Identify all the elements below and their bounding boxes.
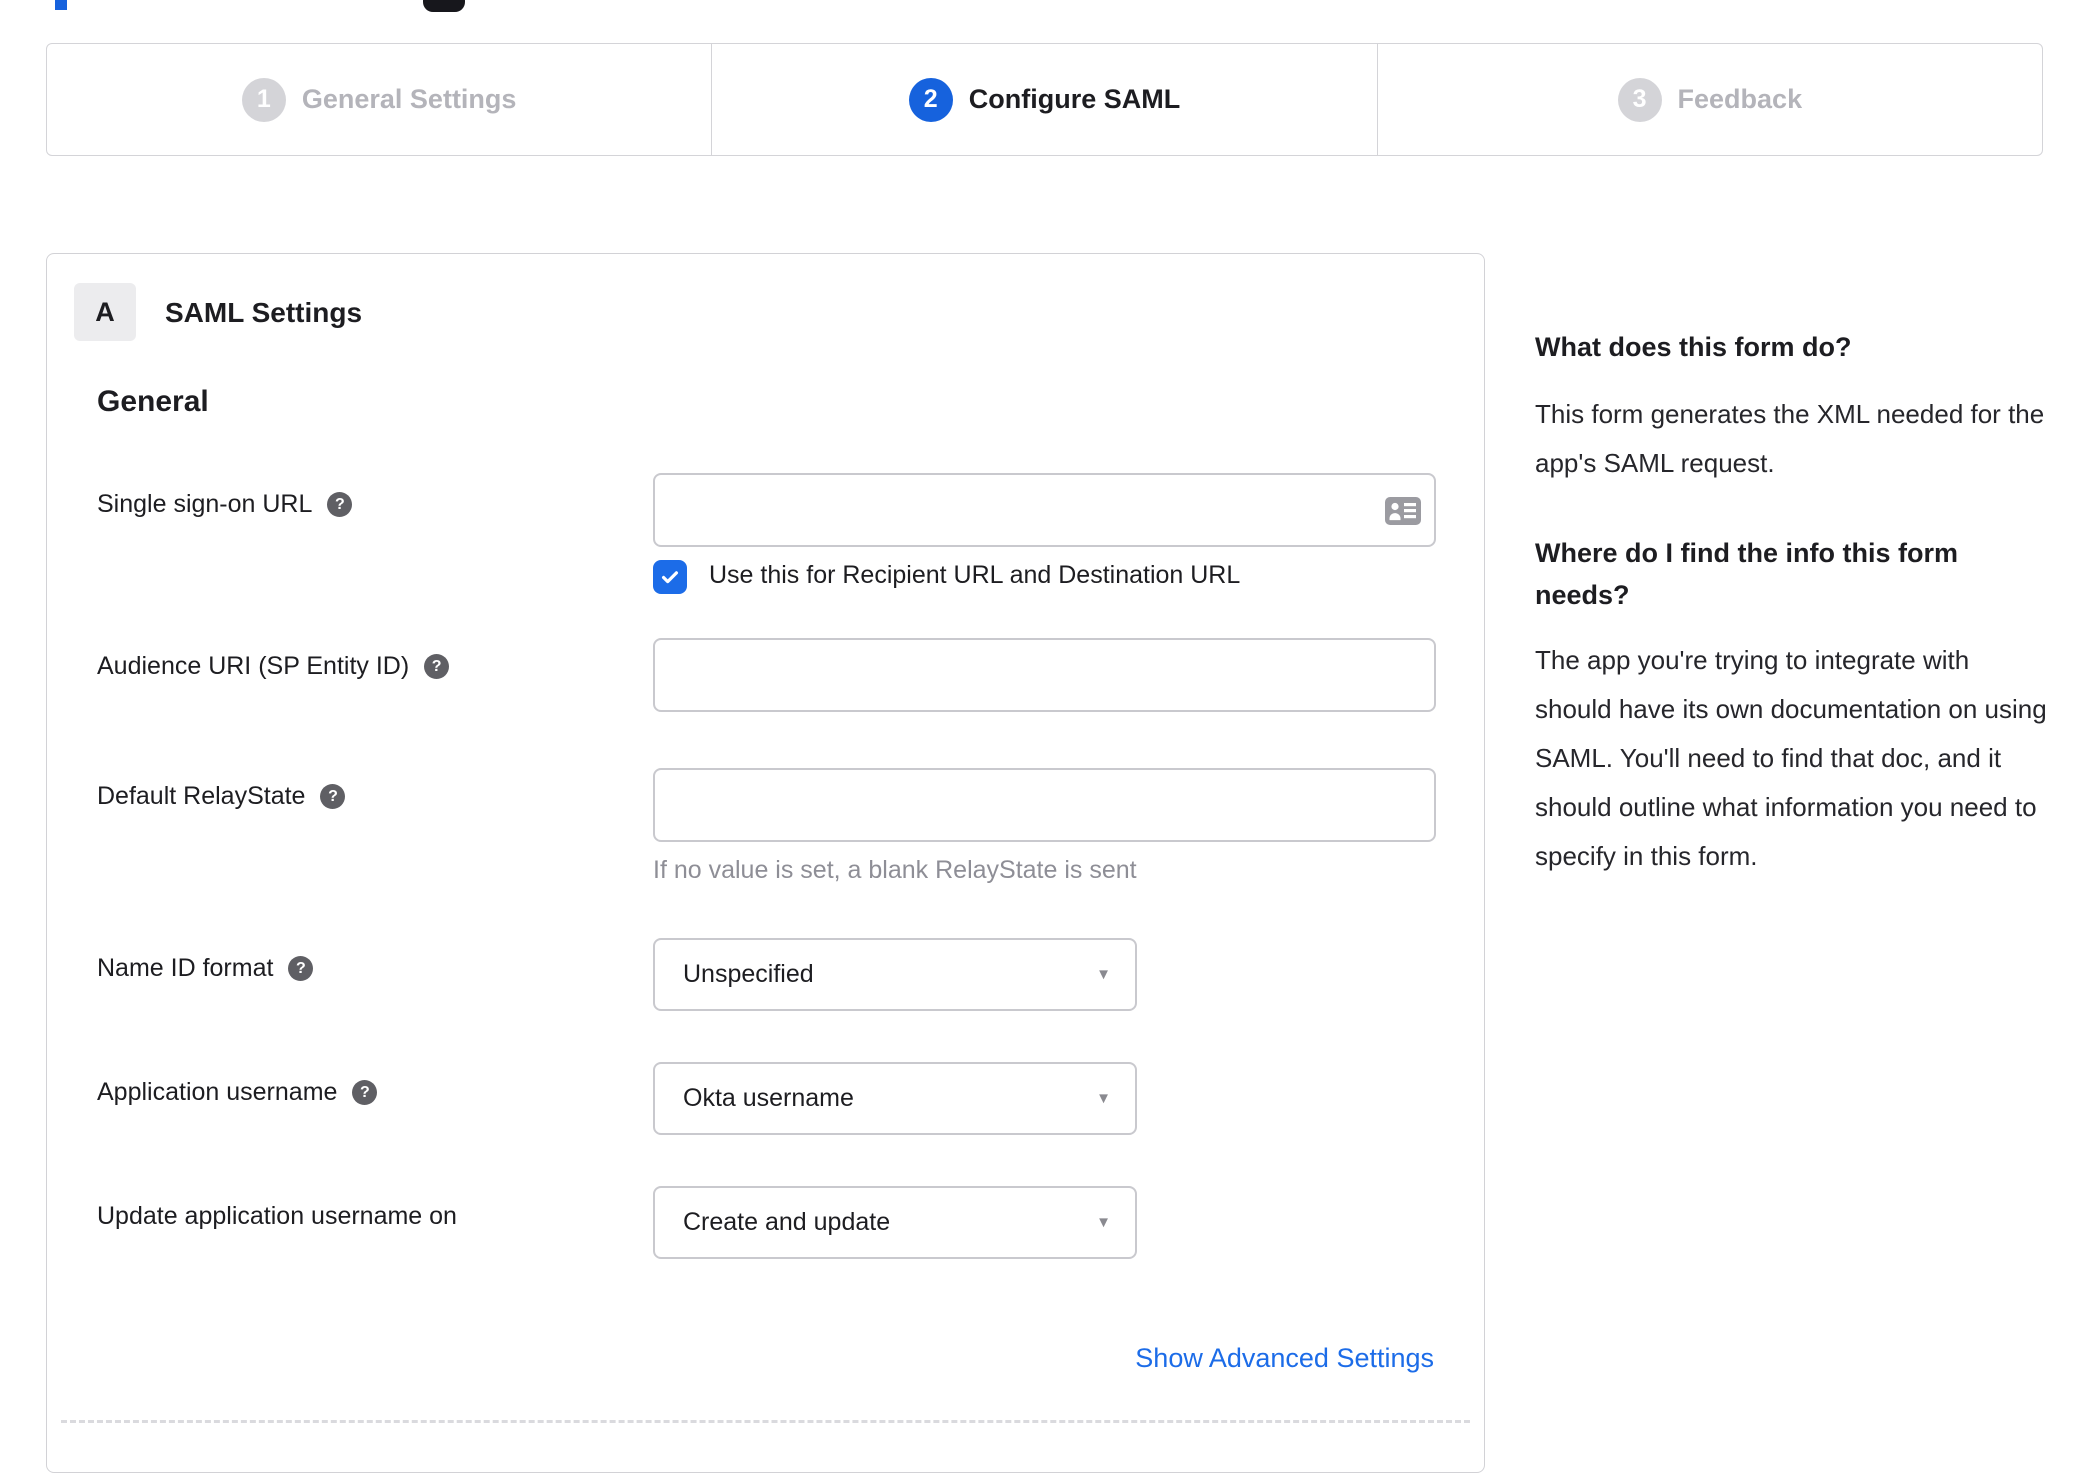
checkmark-icon (661, 571, 679, 584)
step-configure-saml[interactable]: 2 Configure SAML (712, 44, 1378, 155)
clipped-title-accent (55, 0, 67, 10)
application-username-select[interactable]: Okta username ▼ (653, 1062, 1137, 1135)
step-label: Configure SAML (968, 84, 1181, 114)
default-relaystate-label: Default RelayState ? (97, 782, 346, 811)
wizard-stepper: 1 General Settings 2 Configure SAML 3 Fe… (46, 43, 2043, 156)
step-general-settings[interactable]: 1 General Settings (47, 44, 713, 155)
show-advanced-settings-link[interactable]: Show Advanced Settings (1135, 1343, 1434, 1374)
sidebar-body-what: This form generates the XML needed for t… (1535, 399, 2045, 478)
help-icon[interactable]: ? (327, 492, 353, 517)
relaystate-hint: If no value is set, a blank RelayState i… (653, 856, 1137, 884)
sso-url-input[interactable] (653, 473, 1436, 547)
step-label: Feedback (1677, 84, 1803, 114)
sidebar-heading-what: What does this form do? (1535, 332, 1852, 362)
default-relaystate-input[interactable] (653, 768, 1436, 842)
general-section-heading: General (97, 385, 209, 418)
update-username-select[interactable]: Create and update ▼ (653, 1186, 1137, 1259)
select-value: Okta username (683, 1084, 854, 1112)
use-for-recipient-label: Use this for Recipient URL and Destinati… (709, 561, 1241, 589)
sso-url-label: Single sign-on URL ? (97, 490, 353, 519)
step-number-badge: 3 (1617, 77, 1662, 122)
audience-uri-label: Audience URI (SP Entity ID) ? (97, 652, 450, 681)
clipped-logo-fragment (423, 0, 465, 12)
chevron-down-icon: ▼ (1096, 1214, 1111, 1231)
update-username-label: Update application username on (97, 1202, 457, 1230)
dashed-divider (61, 1420, 1470, 1423)
select-value: Create and update (683, 1208, 891, 1236)
saml-settings-panel: A SAML Settings General Single sign-on U… (46, 253, 1485, 1473)
sidebar-body-where: The app you're trying to integrate with … (1535, 645, 2047, 871)
chevron-down-icon: ▼ (1096, 966, 1111, 983)
name-id-format-select[interactable]: Unspecified ▼ (653, 938, 1137, 1011)
help-icon[interactable]: ? (424, 654, 450, 679)
select-value: Unspecified (683, 960, 814, 988)
use-for-recipient-checkbox[interactable] (653, 560, 687, 594)
help-icon[interactable]: ? (320, 784, 346, 809)
panel-title: SAML Settings (165, 297, 363, 328)
name-id-format-label: Name ID format ? (97, 954, 314, 983)
section-a-badge: A (74, 283, 136, 341)
chevron-down-icon: ▼ (1096, 1090, 1111, 1107)
help-icon[interactable]: ? (352, 1080, 378, 1105)
audience-uri-input[interactable] (653, 638, 1436, 712)
sidebar-heading-where: Where do I find the info this form needs… (1535, 538, 1958, 610)
step-feedback[interactable]: 3 Feedback (1378, 44, 2042, 155)
step-number-badge: 2 (908, 77, 953, 122)
step-label: General Settings (301, 84, 517, 114)
application-username-label: Application username ? (97, 1078, 378, 1107)
help-icon[interactable]: ? (288, 956, 314, 981)
step-number-badge: 1 (241, 77, 286, 122)
help-sidebar: What does this form do? This form genera… (1535, 326, 2051, 881)
